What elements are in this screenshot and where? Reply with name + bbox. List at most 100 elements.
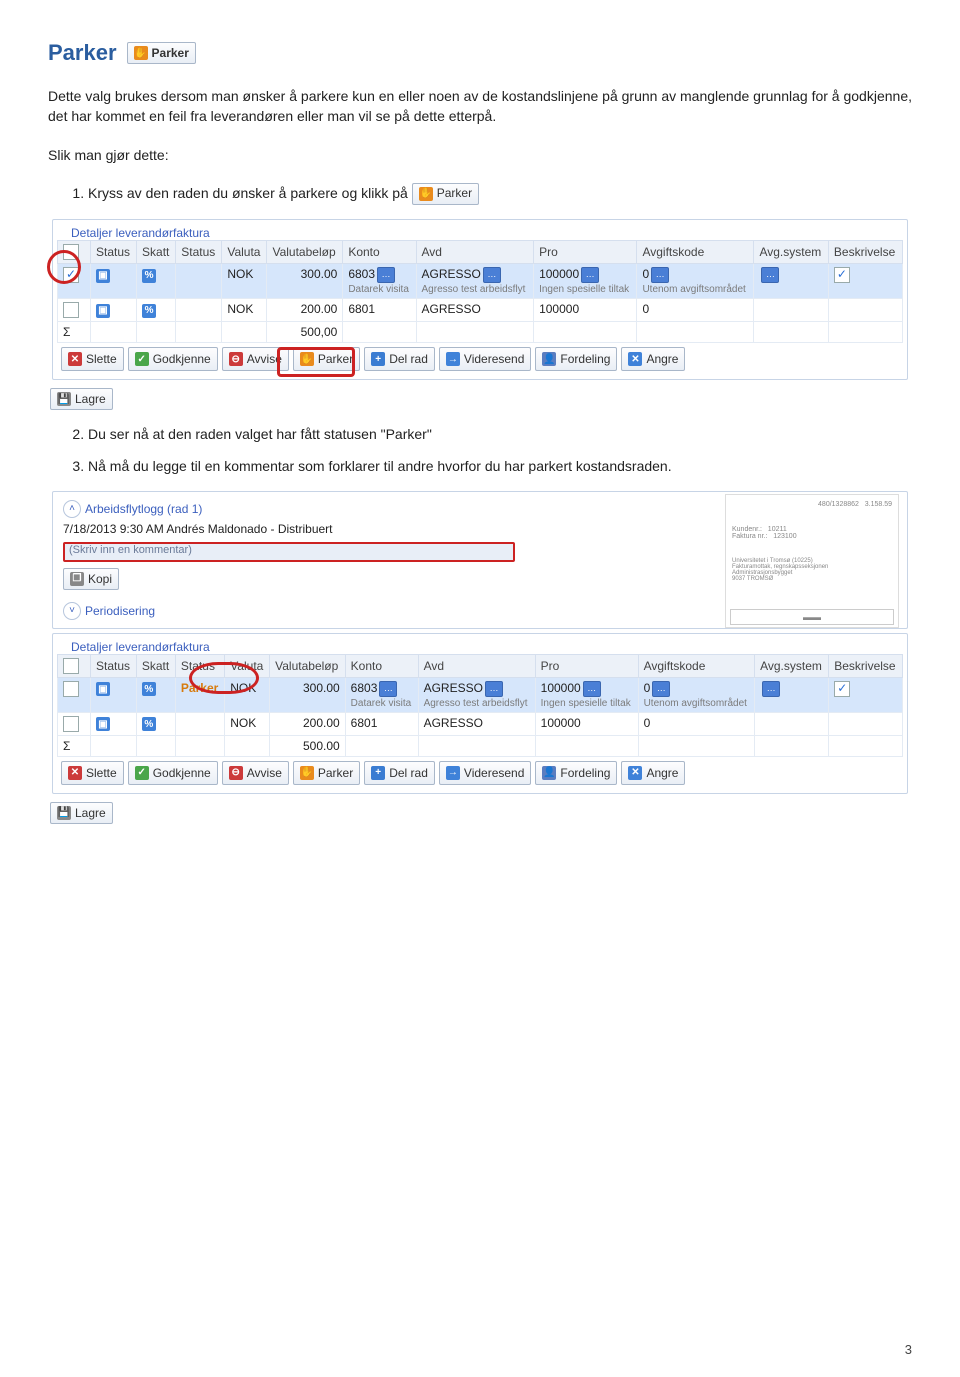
g2-row2-checkbox[interactable] — [63, 716, 79, 732]
lookup-icon[interactable]: … — [762, 681, 780, 697]
row1-pro-sub: Ingen spesielle tiltak — [539, 284, 631, 295]
slette-button[interactable]: ✕ Slette — [61, 347, 124, 371]
lagre-button[interactable]: 💾Lagre — [50, 802, 113, 824]
godkjenne-button[interactable]: ✓Godkjenne — [128, 761, 218, 785]
grid2-h-pro[interactable]: Pro — [535, 654, 638, 677]
parker-label: Parker — [318, 766, 353, 780]
row2-belop: 200.00 — [267, 299, 343, 322]
plus-icon: + — [371, 766, 385, 780]
lookup-icon[interactable]: … — [483, 267, 501, 283]
g2-row1-beskr-check[interactable]: ✓ — [834, 681, 850, 697]
grid2-legend: Detaljer leverandørfaktura — [65, 638, 216, 654]
disk-icon: 💾 — [57, 806, 71, 820]
x-icon: ✕ — [68, 352, 82, 366]
fordeling-button[interactable]: 👤Fordeling — [535, 761, 617, 785]
g2-row1-belop: 300.00 — [270, 677, 346, 712]
grid2-h-beskr[interactable]: Beskrivelse — [829, 654, 903, 677]
parker-button[interactable]: ✋Parker — [293, 347, 360, 371]
grid1-h-avgsys[interactable]: Avg.system — [754, 241, 828, 264]
chevron-up-icon[interactable]: ˄ — [63, 500, 81, 518]
parker-button-title[interactable]: ✋ Parker — [127, 42, 196, 64]
table-row[interactable]: ▣ % NOK 200.00 6801 AGRESSO 100000 0 — [58, 712, 903, 735]
x-icon: ✕ — [628, 352, 642, 366]
grid2-h-avgsys[interactable]: Avg.system — [755, 654, 829, 677]
grid1-h-konto[interactable]: Konto — [343, 241, 416, 264]
g2-row1-checkbox[interactable] — [63, 681, 79, 697]
delrad-button[interactable]: +Del rad — [364, 347, 435, 371]
angre-button[interactable]: ✕Angre — [621, 761, 685, 785]
grid2-h-status2[interactable]: Status — [175, 654, 224, 677]
grid2-table: Status Skatt Status Valuta Valutabeløp K… — [57, 654, 903, 757]
action-bar-2: ✕ Slette ✓Godkjenne ⊖Avvise ✋ Parker +Del … — [57, 757, 903, 789]
fordeling-label: Fordeling — [560, 352, 610, 366]
step-2: Du ser nå at den raden valget har fått s… — [88, 424, 912, 444]
angre-button[interactable]: ✕Angre — [621, 347, 685, 371]
sum-symbol: Σ — [58, 322, 91, 343]
grid1-h-status2[interactable]: Status — [176, 241, 222, 264]
grid1-h-beskr[interactable]: Beskrivelse — [828, 241, 902, 264]
grid2-h-valutabelop[interactable]: Valutabeløp — [270, 654, 346, 677]
avvise-button[interactable]: ⊖Avvise — [222, 761, 289, 785]
page-title: Parker ✋ Parker — [48, 40, 912, 66]
grid2-h-status[interactable]: Status — [91, 654, 137, 677]
row2-avgkode: 0 — [637, 299, 754, 322]
kopi-button[interactable]: ❐Kopi — [63, 568, 119, 590]
row1-konto-sub: Datarek visita — [348, 284, 410, 295]
row1-checkbox[interactable]: ✓ — [63, 267, 79, 283]
grid1-h-skatt[interactable]: Skatt — [137, 241, 176, 264]
check-icon: ✓ — [135, 352, 149, 366]
grid1-h-avd[interactable]: Avd — [416, 241, 534, 264]
x-icon: ✕ — [68, 766, 82, 780]
avvise-label: Avvise — [247, 766, 282, 780]
parker-button-step1[interactable]: ✋ Parker — [412, 183, 479, 205]
header-checkbox[interactable] — [63, 244, 79, 260]
parker-button[interactable]: ✋ Parker — [293, 761, 360, 785]
copy-icon: ❐ — [70, 572, 84, 586]
g2-row1-konto-sub: Datarek visita — [351, 698, 413, 709]
lookup-icon[interactable]: … — [581, 267, 599, 283]
grid1-h-pro[interactable]: Pro — [534, 241, 637, 264]
header-checkbox[interactable] — [63, 658, 79, 674]
lookup-icon[interactable]: … — [379, 681, 397, 697]
lookup-icon[interactable]: … — [377, 267, 395, 283]
lookup-icon[interactable]: … — [485, 681, 503, 697]
hand-icon: ✋ — [134, 46, 148, 60]
videresend-label: Videresend — [464, 766, 525, 780]
scrollbar-thumb[interactable]: ▬▬ — [803, 612, 821, 622]
hand-icon: ✋ — [300, 766, 314, 780]
lookup-icon[interactable]: … — [761, 267, 779, 283]
chevron-down-icon[interactable]: ˅ — [63, 602, 81, 620]
grid2-h-avd[interactable]: Avd — [418, 654, 535, 677]
row1-beskr-check[interactable]: ✓ — [834, 267, 850, 283]
avvise-button[interactable]: ⊖Avvise — [222, 347, 289, 371]
lookup-icon[interactable]: … — [652, 681, 670, 697]
godkjenne-button[interactable]: ✓Godkjenne — [128, 347, 218, 371]
grid2-h-skatt[interactable]: Skatt — [136, 654, 175, 677]
table-row[interactable]: ▣ % NOK 200.00 6801 AGRESSO 100000 0 — [58, 299, 903, 322]
fordeling-button[interactable]: 👤Fordeling — [535, 347, 617, 371]
grid1-h-valuta[interactable]: Valuta — [222, 241, 267, 264]
grid2-h-konto[interactable]: Konto — [345, 654, 418, 677]
grid1-h-valutabelop[interactable]: Valutabeløp — [267, 241, 343, 264]
delrad-button[interactable]: +Del rad — [364, 761, 435, 785]
row2-checkbox[interactable] — [63, 302, 79, 318]
lagre-button[interactable]: 💾Lagre — [50, 388, 113, 410]
table-row[interactable]: ▣ % Parker NOK 300.00 6803…Datarek visit… — [58, 677, 903, 712]
lookup-icon[interactable]: … — [651, 267, 669, 283]
g2-row2-avd: AGRESSO — [418, 712, 535, 735]
grid1-h-avgkode[interactable]: Avgiftskode — [637, 241, 754, 264]
row1-avd-sub: Agresso test arbeidsflyt — [422, 284, 529, 295]
videresend-button[interactable]: →Videresend — [439, 347, 532, 371]
hand-icon: ✋ — [419, 187, 433, 201]
slette-label: Slette — [86, 352, 117, 366]
grid1-h-status[interactable]: Status — [91, 241, 137, 264]
slette-button[interactable]: ✕ Slette — [61, 761, 124, 785]
sum-symbol: Σ — [58, 735, 91, 756]
videresend-button[interactable]: →Videresend — [439, 761, 532, 785]
table-row[interactable]: ✓ ▣ % NOK 300.00 6803…Datarek visita AGR… — [58, 264, 903, 299]
slette-label: Slette — [86, 766, 117, 780]
lookup-icon[interactable]: … — [583, 681, 601, 697]
comment-input[interactable]: (Skriv inn en kommentar) — [63, 542, 515, 562]
grid2-h-valuta[interactable]: Valuta — [225, 654, 270, 677]
grid2-h-avgkode[interactable]: Avgiftskode — [638, 654, 755, 677]
